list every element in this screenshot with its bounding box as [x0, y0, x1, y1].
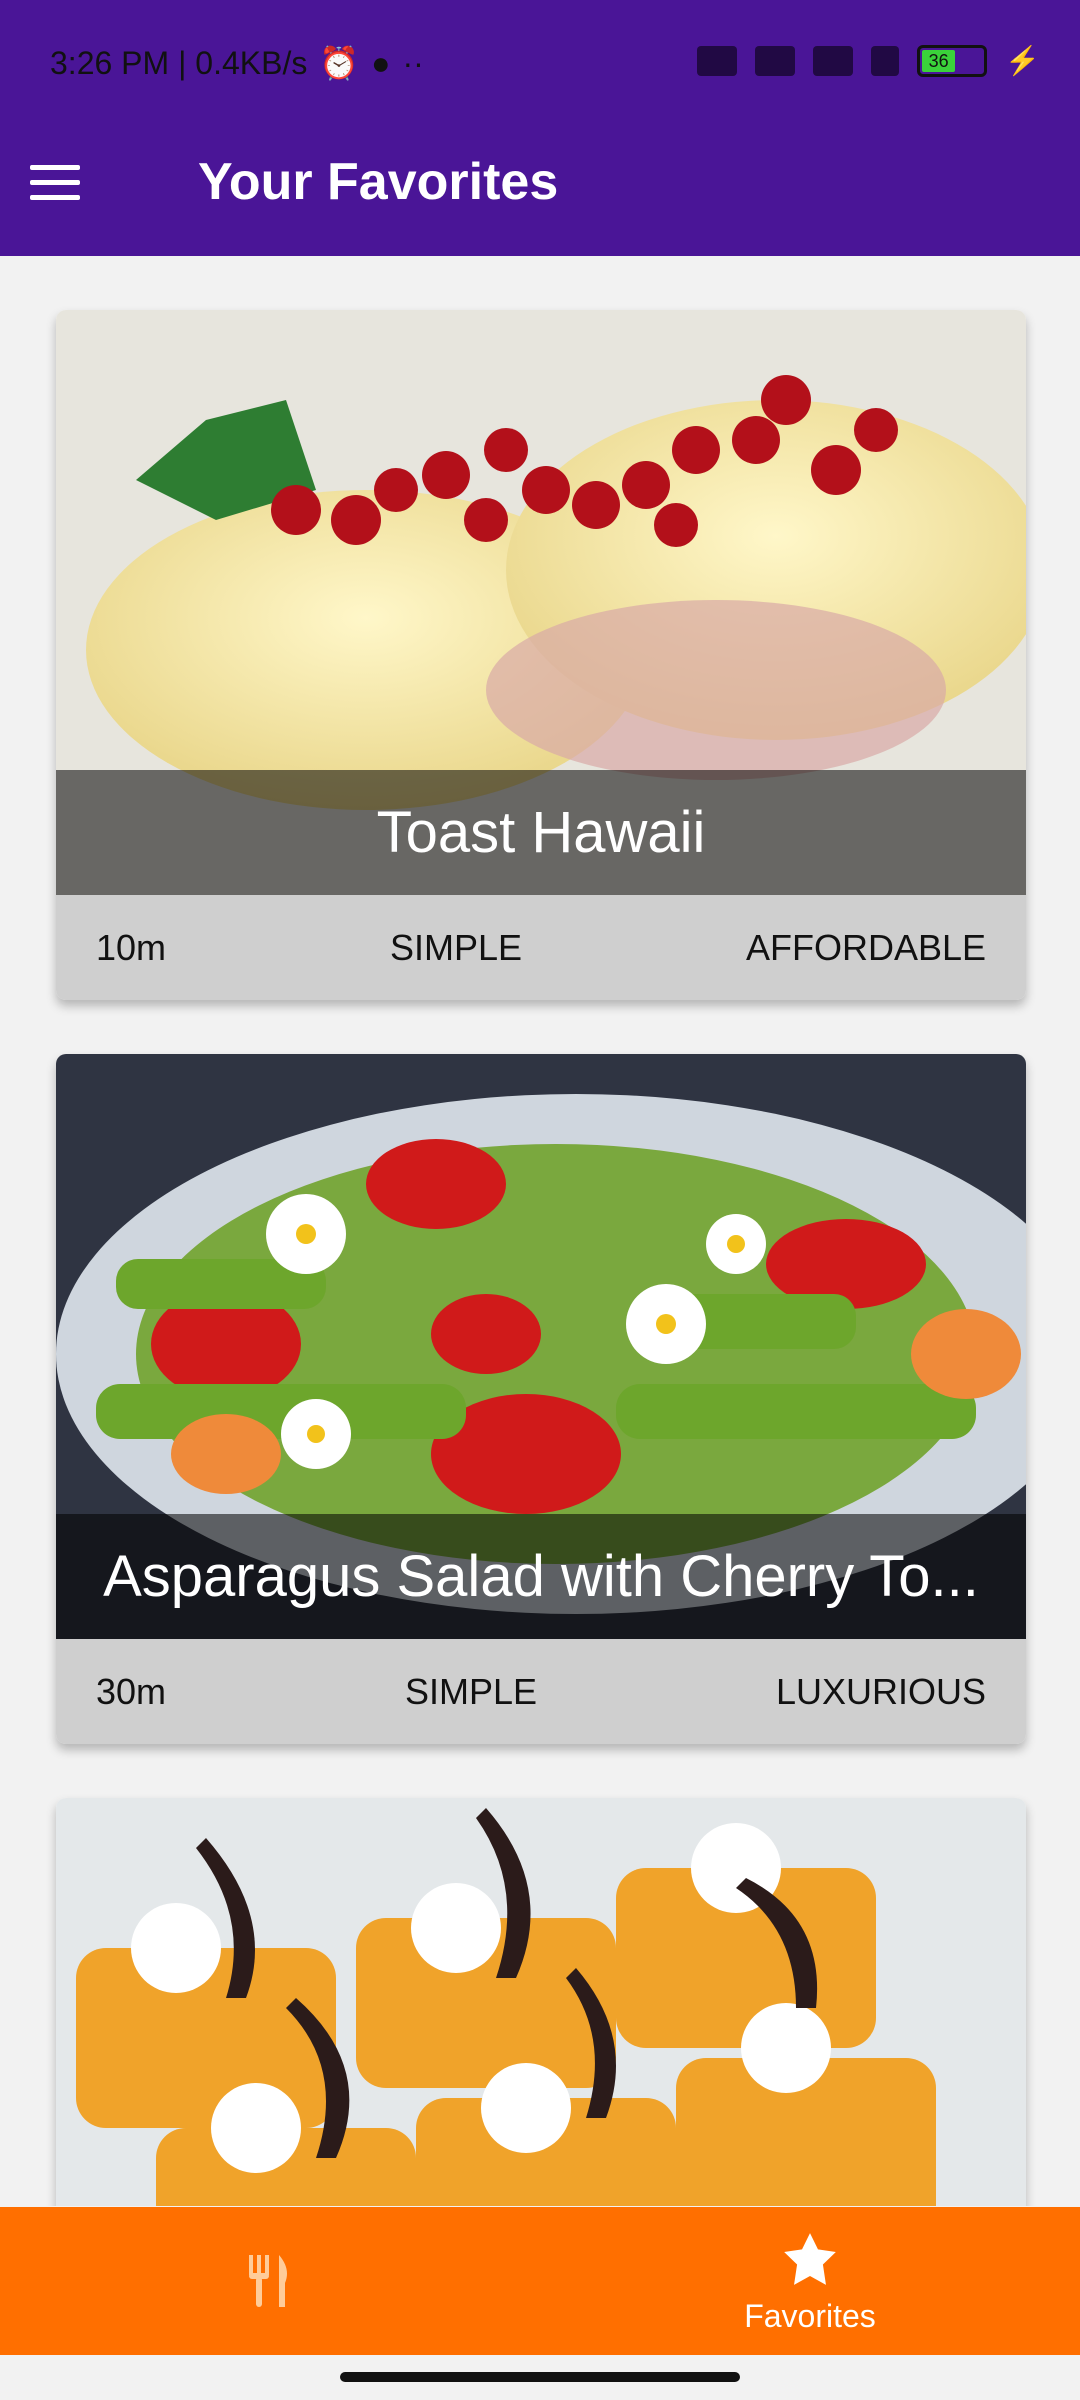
meal-image [56, 1798, 1026, 2206]
meal-title-overlay: Asparagus Salad with Cherry To... [56, 1514, 1026, 1639]
menu-icon-line [30, 180, 80, 185]
meal-image: Toast Hawaii [56, 310, 1026, 895]
signal-icon [813, 45, 854, 76]
meal-affordability: LUXURIOUS [775, 1670, 986, 1712]
meal-meta: 30m SIMPLE LUXURIOUS [56, 1639, 1026, 1744]
charging-icon: ⚡ [1005, 45, 1040, 76]
volte-icon [755, 45, 796, 76]
meal-duration: 10m [96, 926, 167, 968]
meal-image: Asparagus Salad with Cherry To... [56, 1054, 1026, 1639]
meal-card[interactable]: Toast Hawaii 10m SIMPLE AFFORDABLE [56, 310, 1026, 1000]
wifi-icon [697, 45, 738, 76]
menu-icon-line [30, 165, 80, 170]
page-title: Your Favorites [198, 153, 559, 211]
tab-favorites-label: Favorites [744, 2297, 876, 2334]
signal-4g-icon [871, 45, 900, 76]
home-indicator[interactable] [340, 2372, 740, 2382]
meal-complexity: SIMPLE [404, 1670, 538, 1712]
meal-duration: 30m [96, 1670, 167, 1712]
favorites-list[interactable]: Toast Hawaii 10m SIMPLE AFFORDABLE Aspar… [0, 256, 1080, 2206]
meal-affordability: AFFORDABLE [745, 926, 986, 968]
status-bar: 3:26 PM | 0.4KB/s ⏰ ● ·· 36 ⚡ [0, 0, 1080, 130]
meal-card[interactable] [56, 1798, 1026, 2206]
meal-title-overlay: Toast Hawaii [56, 770, 1026, 895]
status-right: 36 ⚡ [697, 44, 1040, 77]
battery-level: 36 [922, 49, 956, 72]
battery-icon: 36 [917, 44, 988, 77]
alarm-icon: ⏰ [319, 45, 360, 81]
utensils-icon [249, 2255, 287, 2307]
tab-categories[interactable] [0, 2207, 540, 2355]
menu-icon-line [30, 195, 80, 200]
tab-favorites[interactable]: Favorites [540, 2207, 1080, 2355]
app-bar: Your Favorites [0, 130, 1080, 256]
status-time-speed: 3:26 PM | 0.4KB/s [50, 44, 308, 81]
meal-meta: 10m SIMPLE AFFORDABLE [56, 895, 1026, 1000]
bottom-navigation: Favorites [0, 2207, 1080, 2355]
meal-title: Toast Hawaii [376, 800, 706, 865]
app-indicator-icon: ● [371, 44, 391, 81]
meal-card[interactable]: Asparagus Salad with Cherry To... 30m SI… [56, 1054, 1026, 1744]
dessert-photo [56, 1798, 1026, 2206]
star-icon [784, 2232, 836, 2285]
more-icon: ·· [402, 44, 424, 81]
meal-complexity: SIMPLE [389, 926, 523, 968]
menu-button[interactable] [30, 165, 80, 205]
meal-title: Asparagus Salad with Cherry To... [103, 1544, 979, 1609]
status-left: 3:26 PM | 0.4KB/s ⏰ ● ·· [50, 44, 424, 82]
